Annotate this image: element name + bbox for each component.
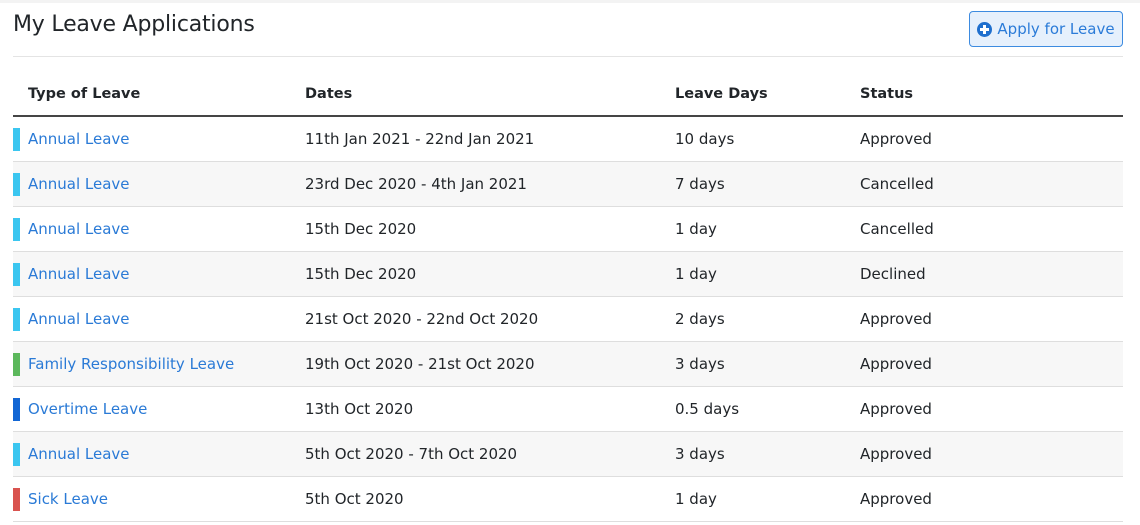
table-header-row: Type of Leave Dates Leave Days Status <box>13 72 1123 117</box>
leave-type-link[interactable]: Annual Leave <box>28 175 130 193</box>
leave-type-link[interactable]: Annual Leave <box>28 310 130 328</box>
leave-status: Approved <box>860 296 1123 342</box>
leave-days: 1 day <box>675 476 860 522</box>
leave-type-link[interactable]: Sick Leave <box>28 490 108 508</box>
leave-category-color-bar <box>13 307 20 331</box>
leave-days: 3 days <box>675 431 860 477</box>
leave-days: 1 day <box>675 251 860 297</box>
leave-dates: 5th Oct 2020 - 7th Oct 2020 <box>305 431 675 477</box>
leave-category-color-bar <box>13 352 20 376</box>
leave-status: Approved <box>860 431 1123 477</box>
leave-type-cell: Annual Leave <box>13 161 305 207</box>
leave-type-link[interactable]: Overtime Leave <box>28 400 147 418</box>
table-row[interactable]: Annual Leave 15th Dec 2020 1 day Cancelled <box>13 206 1123 252</box>
leave-category-color-bar <box>13 262 20 286</box>
leave-days: 2 days <box>675 296 860 342</box>
table-row[interactable]: Overtime Leave 13th Oct 2020 0.5 days Appro… <box>13 386 1123 432</box>
leave-type-cell: Annual Leave <box>13 296 305 342</box>
leave-dates: 19th Oct 2020 - 21st Oct 2020 <box>305 341 675 387</box>
leave-type-link[interactable]: Annual Leave <box>28 220 130 238</box>
leave-status: Declined <box>860 251 1123 297</box>
leave-category-color-bar <box>13 172 20 196</box>
leave-dates: 21st Oct 2020 - 22nd Oct 2020 <box>305 296 675 342</box>
table-row[interactable]: Annual Leave 23rd Dec 2020 - 4th Jan 2021… <box>13 161 1123 207</box>
leave-type-cell: Annual Leave <box>13 116 305 162</box>
leave-category-color-bar <box>13 128 20 151</box>
leave-dates: 13th Oct 2020 <box>305 386 675 432</box>
apply-for-leave-button[interactable]: Apply for Leave <box>969 11 1123 47</box>
leave-days: 1 day <box>675 206 860 252</box>
leave-days: 0.5 days <box>675 386 860 432</box>
leave-type-link[interactable]: Annual Leave <box>28 445 130 463</box>
leave-status: Approved <box>860 476 1123 522</box>
leave-type-cell: Family Responsibility Leave <box>13 341 305 387</box>
header-status[interactable]: Status <box>860 72 1123 117</box>
table-row[interactable]: Annual Leave 15th Dec 2020 1 day Declined <box>13 251 1123 297</box>
plus-circle-icon <box>977 21 993 37</box>
leave-type-cell: Overtime Leave <box>13 386 305 432</box>
leave-category-color-bar <box>13 442 20 466</box>
leave-status: Approved <box>860 341 1123 387</box>
table-row[interactable]: Annual Leave 21st Oct 2020 - 22nd Oct 202… <box>13 296 1123 342</box>
leave-type-link[interactable]: Annual Leave <box>28 130 130 148</box>
leave-category-color-bar <box>13 397 20 421</box>
leave-applications-table: Type of Leave Dates Leave Days Status An… <box>13 72 1123 522</box>
table-row[interactable]: Sick Leave 5th Oct 2020 1 day Approved <box>13 476 1123 522</box>
leave-type-cell: Sick Leave <box>13 476 305 522</box>
leave-dates: 11th Jan 2021 - 22nd Jan 2021 <box>305 116 675 162</box>
leave-dates: 15th Dec 2020 <box>305 251 675 297</box>
leave-days: 10 days <box>675 116 860 162</box>
header-dates[interactable]: Dates <box>305 72 675 117</box>
leave-dates: 5th Oct 2020 <box>305 476 675 522</box>
leave-days: 3 days <box>675 341 860 387</box>
page-title: My Leave Applications <box>13 12 255 37</box>
leave-category-color-bar <box>13 217 20 241</box>
table-row[interactable]: Family Responsibility Leave 19th Oct 2020… <box>13 341 1123 387</box>
leave-type-cell: Annual Leave <box>13 431 305 477</box>
table-row[interactable]: Annual Leave 11th Jan 2021 - 22nd Jan 202… <box>13 116 1123 162</box>
header-leave-days[interactable]: Leave Days <box>675 72 860 117</box>
table-row[interactable]: Annual Leave 5th Oct 2020 - 7th Oct 2020 3… <box>13 431 1123 477</box>
leave-type-cell: Annual Leave <box>13 251 305 297</box>
leave-days: 7 days <box>675 161 860 207</box>
leave-status: Approved <box>860 386 1123 432</box>
leave-status: Cancelled <box>860 206 1123 252</box>
leave-type-cell: Annual Leave <box>13 206 305 252</box>
leave-category-color-bar <box>13 487 20 511</box>
header-type-of-leave[interactable]: Type of Leave <box>13 72 305 117</box>
leave-status: Cancelled <box>860 161 1123 207</box>
leave-dates: 15th Dec 2020 <box>305 206 675 252</box>
leave-status: Approved <box>860 116 1123 162</box>
apply-for-leave-label: Apply for Leave <box>997 20 1115 38</box>
leave-type-link[interactable]: Annual Leave <box>28 265 130 283</box>
leave-dates: 23rd Dec 2020 - 4th Jan 2021 <box>305 161 675 207</box>
leave-type-link[interactable]: Family Responsibility Leave <box>28 355 234 373</box>
page-header: My Leave Applications Apply for Leave <box>13 0 1123 57</box>
